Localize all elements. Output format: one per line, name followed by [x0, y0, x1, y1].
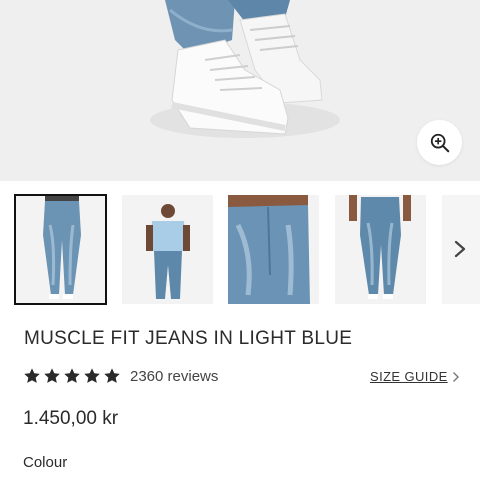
thumbnail-gallery: [0, 181, 480, 310]
chevron-right-icon: [452, 371, 459, 382]
star-icon: [84, 368, 100, 383]
thumbnail-image: [228, 195, 319, 304]
thumbnail-image: [122, 195, 213, 304]
size-guide-link[interactable]: SIZE GUIDE: [370, 369, 460, 384]
product-rating[interactable]: 2360 reviews: [23, 367, 218, 385]
product-title: MUSCLE FIT JEANS IN LIGHT BLUE: [24, 328, 353, 349]
review-count[interactable]: 2360 reviews: [130, 368, 218, 385]
chevron-right-icon: [454, 240, 466, 258]
rating-stars: [23, 367, 121, 385]
star-icon: [24, 368, 40, 383]
zoom-button[interactable]: [417, 120, 462, 165]
zoom-in-icon: [430, 133, 449, 152]
star-icon: [44, 368, 60, 383]
hero-photo: [0, 0, 480, 181]
product-price: 1.450,00 kr: [23, 408, 119, 429]
thumbnail-1[interactable]: [14, 194, 107, 305]
gallery-next-button[interactable]: [450, 235, 470, 263]
thumbnail-image: [15, 195, 106, 304]
star-icon: [64, 368, 80, 383]
thumbnail-image: [335, 195, 426, 304]
thumbnail-3[interactable]: [228, 195, 319, 304]
star-icon: [104, 368, 120, 383]
product-main-image[interactable]: [0, 0, 480, 181]
colour-label: Colour: [23, 454, 68, 471]
size-guide-label: SIZE GUIDE: [370, 369, 448, 384]
thumbnail-2[interactable]: [122, 195, 213, 304]
thumbnail-4[interactable]: [335, 195, 426, 304]
